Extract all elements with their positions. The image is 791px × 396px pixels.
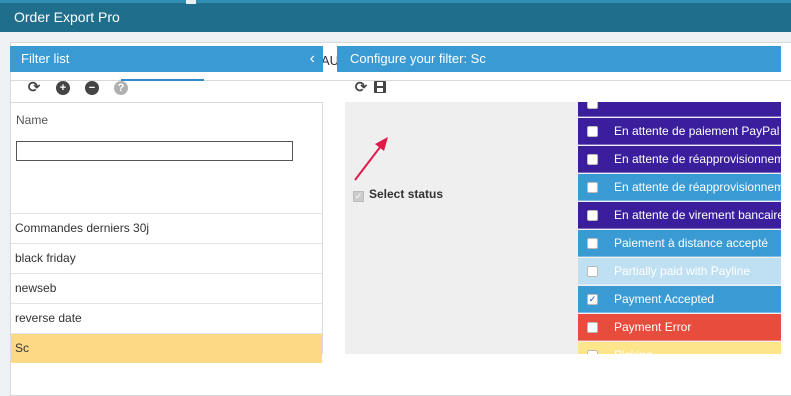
- status-option[interactable]: Partially paid with Payline: [578, 258, 781, 285]
- status-label: Partially paid with Payline: [614, 264, 751, 278]
- status-checkbox[interactable]: [587, 154, 598, 165]
- status-label: Payment Error: [614, 320, 692, 334]
- list-item[interactable]: reverse date: [11, 303, 322, 333]
- status-option[interactable]: ✓ Payment Accepted: [578, 286, 781, 313]
- list-item[interactable]: newseb: [11, 273, 322, 303]
- refresh-icon[interactable]: ⟳: [27, 80, 41, 95]
- status-checkbox[interactable]: [587, 266, 598, 277]
- help-icon[interactable]: ?: [114, 81, 128, 95]
- name-column-header: Name: [16, 113, 49, 127]
- status-option[interactable]: En attente de paiement PayPal: [578, 118, 781, 145]
- status-checkbox[interactable]: [587, 238, 598, 249]
- filter-list-toolbar: ⟳ + − ?: [10, 72, 323, 102]
- status-checkbox[interactable]: [587, 322, 598, 333]
- app-header: Order Export Pro: [0, 0, 791, 32]
- chevron-left-icon[interactable]: ‹: [310, 46, 315, 72]
- status-label: En attente de virement bancaire: [614, 208, 781, 222]
- status-checkbox[interactable]: [587, 102, 598, 109]
- filter-list-title: Filter list: [21, 51, 70, 66]
- list-item[interactable]: black friday: [11, 243, 322, 273]
- select-status-checkbox[interactable]: ✓: [353, 191, 364, 202]
- add-icon[interactable]: +: [56, 81, 70, 95]
- status-label: En attente de réapprovisionnement: [614, 152, 781, 166]
- list-item-selected[interactable]: Sc: [11, 333, 322, 363]
- status-checkbox[interactable]: [587, 350, 598, 354]
- filter-list: Name Commandes derniers 30j black friday…: [10, 102, 323, 363]
- status-option[interactable]: En attente de réapprovisionnement: [578, 174, 781, 201]
- status-checkbox[interactable]: [587, 182, 598, 193]
- status-label: Payment Accepted: [614, 292, 715, 306]
- status-list: En attente de paiement PayPal En attente…: [578, 102, 781, 354]
- configure-filter-header: Configure your filter: Sc: [337, 46, 781, 72]
- status-checkbox[interactable]: ✓: [587, 294, 598, 305]
- status-option[interactable]: En attente de virement bancaire: [578, 202, 781, 229]
- status-option[interactable]: Paiement à distance accepté: [578, 230, 781, 257]
- status-option[interactable]: Payment Error: [578, 314, 781, 341]
- annotation-arrow-icon: [354, 137, 388, 181]
- status-option[interactable]: Picking: [578, 342, 781, 354]
- status-label: En attente de réapprovisionnement: [614, 180, 781, 194]
- filter-list-header: Filter list ‹: [10, 46, 323, 72]
- status-label: En attente de paiement PayPal: [614, 124, 780, 138]
- status-label: Paiement à distance accepté: [614, 236, 769, 250]
- save-icon[interactable]: [374, 81, 386, 93]
- status-label: Picking: [614, 348, 653, 354]
- name-filter-input[interactable]: [16, 141, 293, 161]
- app-title: Order Export Pro: [14, 9, 120, 25]
- status-checkbox[interactable]: [587, 126, 598, 137]
- status-option[interactable]: [578, 102, 781, 117]
- header-notch: [186, 0, 196, 4]
- status-option[interactable]: En attente de réapprovisionnement: [578, 146, 781, 173]
- remove-icon[interactable]: −: [85, 81, 99, 95]
- configure-toolbar: ⟳: [337, 72, 781, 102]
- refresh-icon[interactable]: ⟳: [354, 80, 368, 95]
- list-item[interactable]: Commandes derniers 30j: [11, 213, 322, 243]
- status-checkbox[interactable]: [587, 210, 598, 221]
